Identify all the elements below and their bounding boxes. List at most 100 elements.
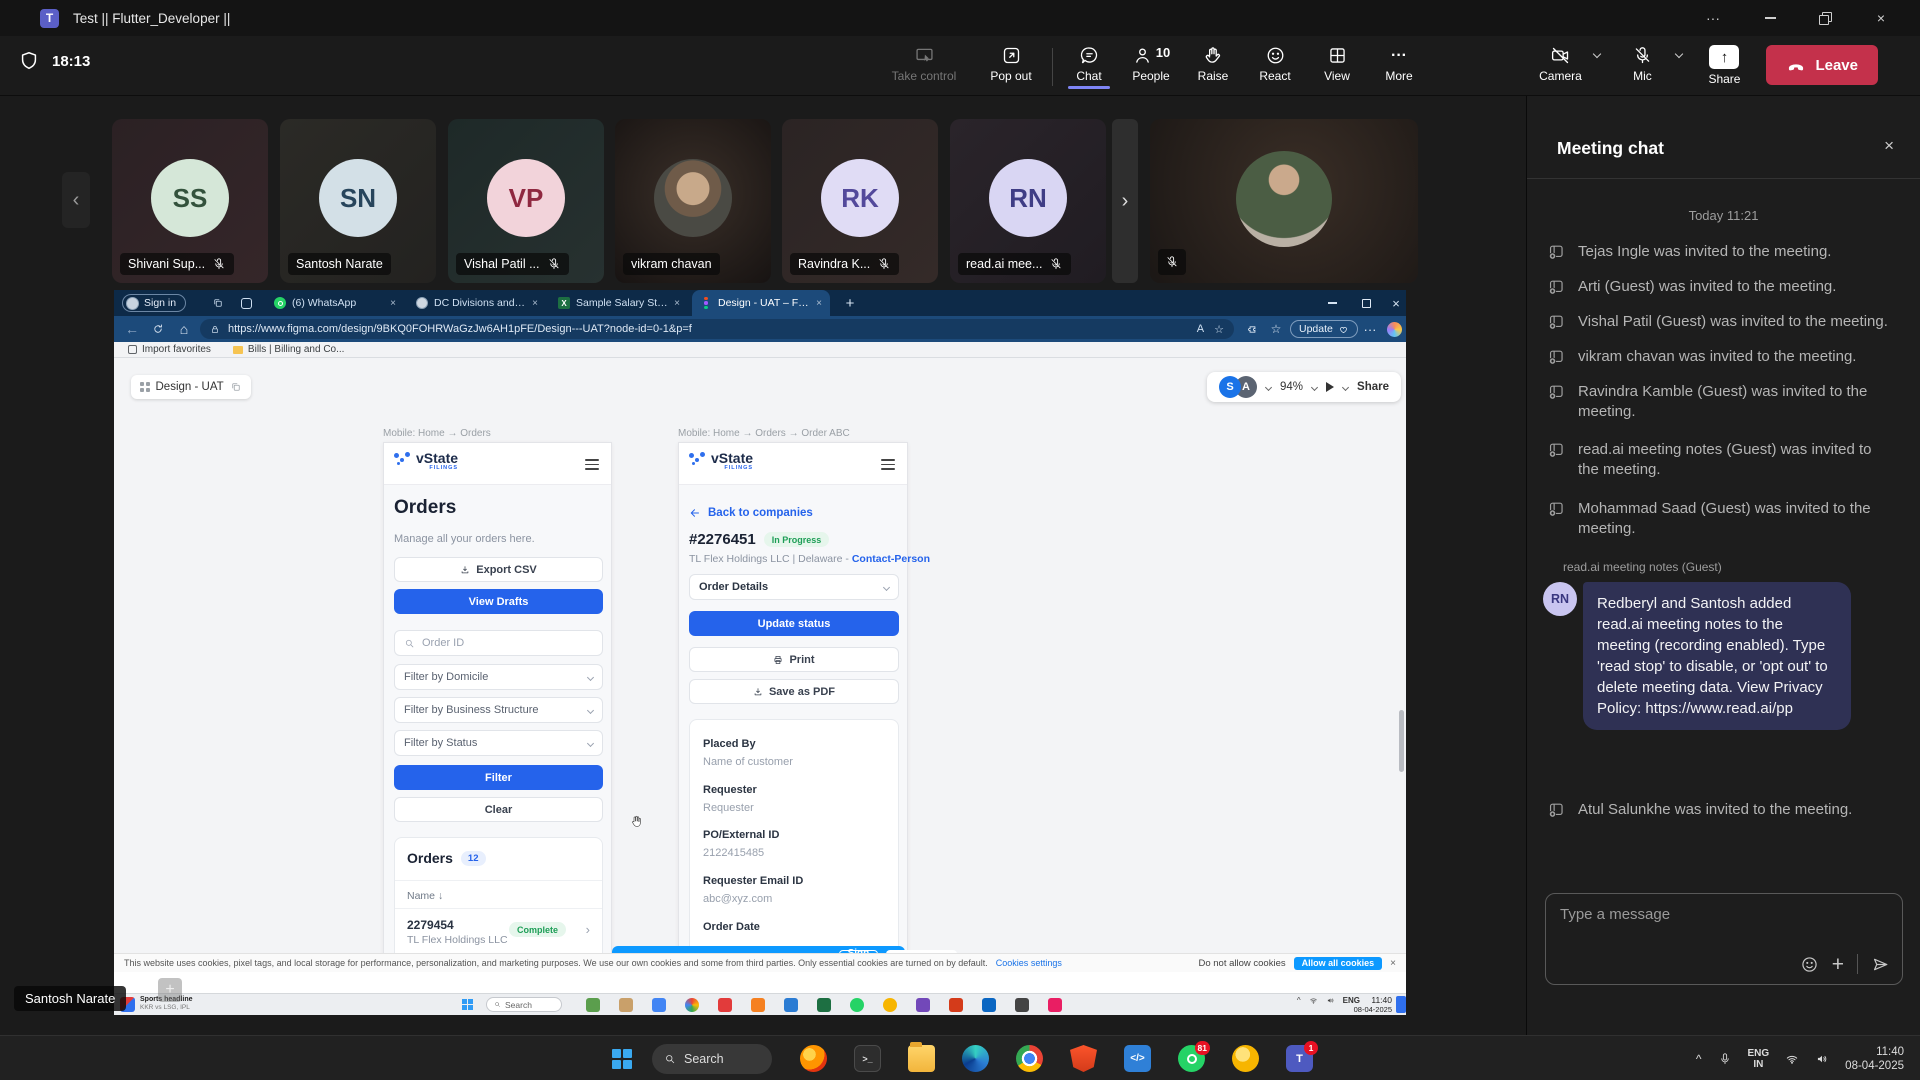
wifi-icon[interactable] (1785, 1052, 1799, 1066)
collaborator-avatar[interactable]: S (1219, 376, 1241, 398)
copilot-icon[interactable] (1382, 316, 1406, 342)
firefox-icon[interactable] (800, 1045, 827, 1072)
start-button[interactable] (462, 999, 473, 1010)
vscode-icon[interactable]: </> (1124, 1045, 1151, 1072)
zoom-level[interactable]: 94% (1280, 381, 1303, 393)
design-frame-orders[interactable]: vState FILINGS Orders Manage all your or… (383, 442, 612, 953)
browser-restore-button[interactable] (1352, 290, 1380, 316)
teams-app-icon[interactable]: T1 (1286, 1045, 1313, 1072)
start-button[interactable] (612, 1049, 632, 1069)
tab-close-icon[interactable]: × (390, 298, 396, 309)
filter-domicile-select[interactable]: Filter by Domicile (394, 664, 603, 690)
camera-button[interactable]: Camera (1534, 42, 1586, 83)
update-button[interactable]: Update (1290, 320, 1358, 338)
taskbar-app-icon[interactable] (718, 998, 732, 1012)
language-indicator[interactable]: ENG IN (1748, 1048, 1770, 1070)
clear-button[interactable]: Clear (394, 797, 603, 822)
participant-tile[interactable]: SS Shivani Sup... (112, 119, 268, 283)
design-frame-order-detail[interactable]: vState FILINGS Back to companies #227645… (678, 442, 908, 953)
participant-tile[interactable]: vikram chavan (615, 119, 771, 283)
taskbar-app-icon[interactable] (652, 998, 666, 1012)
more-button[interactable]: ··· More (1373, 42, 1425, 83)
mic-options-chevron-icon[interactable] (1675, 50, 1683, 58)
notification-icon[interactable] (1396, 996, 1406, 1013)
shared-clock[interactable]: 11:40 08-04-2025 (1354, 996, 1392, 1014)
taskbar-clock[interactable]: 11:40 08-04-2025 (1845, 1045, 1904, 1073)
mic-tray-icon[interactable] (1718, 1052, 1732, 1066)
filmstrip-scroll-right-button[interactable]: › (1112, 119, 1138, 283)
share-button[interactable]: ↑ Share (1698, 42, 1750, 86)
add-overlay-button[interactable]: + (158, 978, 182, 1002)
tab-close-icon[interactable]: × (816, 298, 822, 309)
browser-minimize-button[interactable] (1318, 290, 1346, 316)
save-as-pdf-button[interactable]: Save as PDF (689, 679, 899, 704)
extensions-icon[interactable] (1240, 316, 1264, 342)
browser-tab[interactable]: (6) WhatsApp × (266, 290, 404, 316)
export-csv-button[interactable]: Export CSV (394, 557, 603, 582)
figma-share-button[interactable]: Share (1357, 381, 1389, 393)
page-scrollbar-thumb[interactable] (1399, 710, 1404, 772)
chat-button[interactable]: Chat (1063, 42, 1115, 83)
chat-message-input[interactable]: Type a message + (1545, 893, 1903, 985)
chat-close-icon[interactable]: × (1884, 136, 1894, 156)
update-status-button[interactable]: Update status (689, 611, 899, 636)
tab-close-icon[interactable]: × (532, 298, 538, 309)
spotlight-tile[interactable] (1150, 119, 1418, 283)
view-drafts-button[interactable]: View Drafts (394, 589, 603, 614)
browser-tab-active[interactable]: Design - UAT – Figma × (692, 290, 830, 316)
react-button[interactable]: React (1249, 42, 1301, 83)
taskbar-app-icon[interactable] (586, 998, 600, 1012)
home-icon[interactable]: ⌂ (172, 316, 196, 342)
avatars-chevron-icon[interactable] (1265, 383, 1272, 390)
figma-file-chip[interactable]: Design - UAT (131, 375, 251, 399)
print-button[interactable]: Print (689, 647, 899, 672)
zoom-chevron-icon[interactable] (1311, 383, 1318, 390)
cookie-settings-link[interactable]: Cookies settings (996, 958, 1062, 968)
participant-tile[interactable]: RK Ravindra K... (782, 119, 938, 283)
contact-person-link[interactable]: Contact-Person (852, 553, 930, 565)
minimize-button[interactable] (1745, 0, 1795, 36)
refresh-icon[interactable] (146, 316, 170, 342)
system-tray[interactable]: ^ ENG (1297, 996, 1360, 1005)
hamburger-menu-icon[interactable] (881, 456, 895, 473)
order-details-select[interactable]: Order Details (689, 574, 899, 600)
mic-button[interactable]: Mic (1616, 42, 1668, 83)
camera-options-chevron-icon[interactable] (1593, 50, 1601, 58)
tab-search-icon[interactable] (206, 290, 230, 316)
send-icon[interactable] (1871, 955, 1890, 974)
play-chevron-icon[interactable] (1342, 383, 1349, 390)
new-tab-button[interactable]: + (838, 290, 862, 316)
terminal-icon[interactable]: >_ (854, 1045, 881, 1072)
order-id-search-input[interactable]: Order ID (394, 630, 603, 656)
close-button[interactable]: × (1856, 0, 1906, 36)
hidden-icons-chevron-icon[interactable]: ^ (1696, 1052, 1702, 1066)
raise-hand-button[interactable]: Raise (1187, 42, 1239, 83)
favorite-star-icon[interactable]: ☆ (1214, 323, 1224, 336)
speaker-icon[interactable] (1815, 1052, 1829, 1066)
bookmark-item[interactable]: Import favorites (128, 344, 211, 355)
taskbar-app-icon[interactable] (949, 998, 963, 1012)
participant-tile[interactable]: VP Vishal Patil ... (448, 119, 604, 283)
browser-close-button[interactable]: × (1386, 290, 1406, 316)
allow-cookies-button[interactable]: Allow all cookies (1294, 957, 1383, 970)
attach-plus-icon[interactable]: + (1832, 955, 1844, 974)
brave-icon[interactable] (1070, 1045, 1097, 1072)
bookmark-item[interactable]: Bills | Billing and Co... (233, 344, 345, 355)
filter-business-structure-select[interactable]: Filter by Business Structure (394, 697, 603, 723)
figma-canvas[interactable]: Design - UAT S A 94% Share Mobile: Home … (114, 358, 1406, 953)
column-header[interactable]: Name ↓ (407, 890, 443, 902)
browser-menu-icon[interactable]: ··· (1358, 316, 1382, 342)
taskbar-app-icon[interactable] (817, 998, 831, 1012)
back-to-companies-link[interactable]: Back to companies (689, 507, 813, 519)
browser-tab[interactable]: DC Divisions and Surroundings × (408, 290, 546, 316)
browser-app-icon[interactable] (1232, 1045, 1259, 1072)
filter-button[interactable]: Filter (394, 765, 603, 790)
leave-button[interactable]: Leave (1766, 45, 1878, 85)
search-box[interactable]: Search (486, 997, 562, 1012)
taskbar-app-icon[interactable] (850, 998, 864, 1012)
view-button[interactable]: View (1311, 42, 1363, 83)
restore-button[interactable] (1799, 0, 1849, 36)
edge-icon[interactable] (962, 1045, 989, 1072)
prototype-play-icon[interactable] (1326, 382, 1334, 392)
taskbar-app-icon[interactable] (982, 998, 996, 1012)
